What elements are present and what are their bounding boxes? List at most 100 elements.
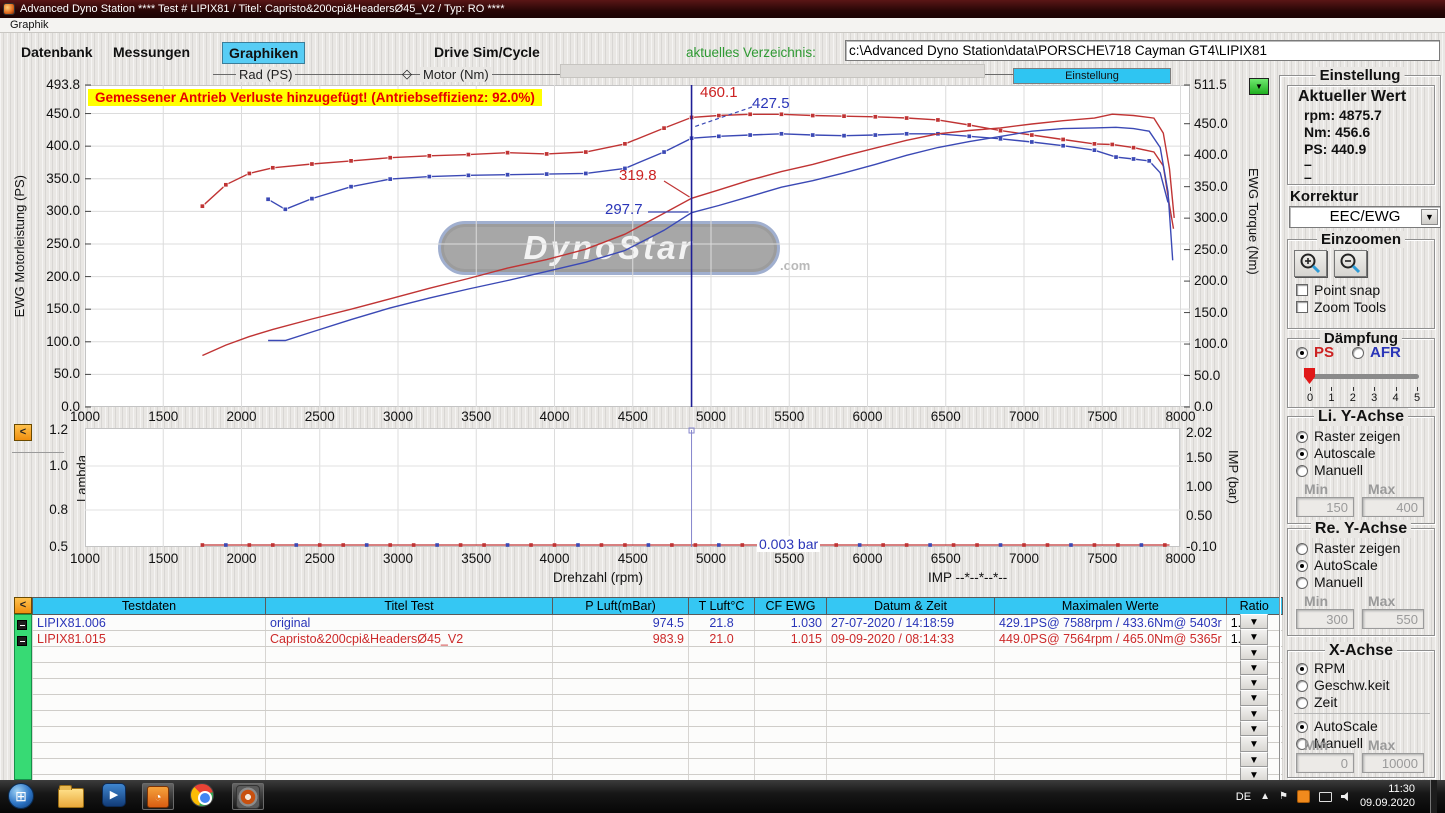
green-dropdown-button[interactable]: ▼: [1249, 78, 1269, 95]
x-axis-radio-rpm[interactable]: [1296, 663, 1308, 675]
row-dropdown-button[interactable]: ▼: [1240, 614, 1268, 630]
row-expand-icon[interactable]: [17, 636, 27, 646]
table-row[interactable]: LIPIX81.015 Capristo&200cpi&HeadersØ45_V2…: [32, 630, 1283, 647]
row-dropdown-button[interactable]: ▼: [1240, 690, 1268, 706]
right-y-radio-manuell[interactable]: [1296, 577, 1308, 589]
clock[interactable]: 11:30 09.09.2020: [1360, 783, 1415, 811]
left-y-radio-autoscale[interactable]: [1296, 448, 1308, 460]
table-cell: 21.0: [688, 630, 755, 647]
chevron-down-icon[interactable]: ▼: [1421, 209, 1438, 225]
tray-app-icon[interactable]: [1296, 790, 1310, 803]
table-cell: [994, 646, 1227, 663]
menu-graphik[interactable]: Graphik: [6, 19, 53, 31]
row-dropdown-button[interactable]: ▼: [1240, 751, 1268, 767]
flag-icon[interactable]: ⚑: [1279, 791, 1288, 802]
row-expand-icon[interactable]: [17, 620, 27, 630]
table-header-datum-zeit[interactable]: Datum & Zeit: [826, 597, 995, 615]
window-title: Advanced Dyno Station **** Test # LIPIX8…: [20, 3, 505, 15]
x-axis-radio-geschw-keit[interactable]: [1296, 680, 1308, 692]
tab-datenbank[interactable]: Datenbank: [15, 42, 99, 62]
network-icon[interactable]: [1318, 791, 1332, 802]
app-icon[interactable]: [3, 3, 15, 15]
tray-expand-icon[interactable]: ▲: [1260, 791, 1270, 802]
panel-title: Einstellung: [1315, 67, 1405, 84]
x-axis-tick-main: 1000: [69, 409, 101, 424]
table-header-ratio[interactable]: Ratio: [1225, 597, 1283, 615]
row-dropdown-button[interactable]: ▼: [1240, 659, 1268, 676]
table-cell: [552, 742, 689, 759]
x-axis-radio-zeit[interactable]: [1296, 697, 1308, 709]
afr-radio-label: AFR: [1370, 344, 1401, 361]
tab-graphiken[interactable]: Graphiken: [222, 42, 306, 64]
x-axis-label: Zeit: [1314, 694, 1338, 710]
x-axis-scale-radio-autoscale[interactable]: [1296, 721, 1308, 733]
table-header-t-luft-c[interactable]: T Luft°C: [688, 597, 755, 615]
row-dropdown-button[interactable]: ▼: [1240, 736, 1268, 752]
main-chart-plot[interactable]: [85, 84, 1190, 408]
data-marker: [904, 115, 910, 121]
table-row-empty[interactable]: [32, 646, 1283, 663]
tab-drive-sim-cycle[interactable]: Drive Sim/Cycle: [428, 42, 546, 62]
table-header-titel-test[interactable]: Titel Test: [265, 597, 553, 615]
taskbar: ⊞ ▶ ◔ DE ▲ ⚑ 11:30 09.09.2020: [0, 780, 1445, 813]
dyno-tool-icon[interactable]: ◔: [142, 783, 174, 810]
table-row-empty[interactable]: [32, 694, 1283, 711]
slider-tick-number: 2: [1349, 392, 1356, 404]
x-axis-tick-lambda: 2000: [226, 551, 257, 566]
zoom-in-button[interactable]: [1294, 250, 1327, 277]
einstellung-button[interactable]: Einstellung: [1013, 68, 1171, 84]
row-dropdown-button[interactable]: ▼: [1240, 629, 1268, 645]
tab-messungen[interactable]: Messungen: [107, 42, 196, 62]
language-indicator[interactable]: DE: [1236, 791, 1251, 803]
left-y-max-field: 400: [1362, 497, 1424, 517]
right-y-radio-raster-zeigen[interactable]: [1296, 543, 1308, 555]
chrome-icon[interactable]: [190, 783, 214, 807]
row-dropdown-button[interactable]: ▼: [1240, 705, 1268, 722]
table-cell: [552, 694, 689, 711]
table-row-empty[interactable]: [32, 662, 1283, 679]
zoom-out-button[interactable]: [1334, 250, 1367, 277]
table-row-empty[interactable]: [32, 726, 1283, 743]
table-row[interactable]: LIPIX81.006 original 974.5 21.8 1.030 27-07-2…: [32, 614, 1283, 631]
point-snap-checkbox[interactable]: [1296, 284, 1308, 296]
table-cell: 21.8: [688, 614, 755, 631]
table-cell: [265, 710, 553, 727]
right-y-radio-autoscale[interactable]: [1296, 560, 1308, 572]
media-player-icon[interactable]: ▶: [102, 783, 126, 807]
speaker-icon[interactable]: [1340, 792, 1348, 801]
left-y-radio-manuell[interactable]: [1296, 465, 1308, 477]
damping-slider-thumb[interactable]: [1304, 368, 1315, 384]
table-row-empty[interactable]: [32, 710, 1283, 727]
left-y-radio-raster-zeigen[interactable]: [1296, 431, 1308, 443]
file-explorer-icon[interactable]: [58, 785, 84, 808]
imp-axis-tick: 0.50: [1186, 508, 1213, 523]
table-row-empty[interactable]: [32, 678, 1283, 695]
data-marker: [544, 171, 550, 177]
show-desktop-button[interactable]: [1430, 780, 1437, 813]
table-row-empty[interactable]: [32, 758, 1283, 775]
imp-marker: [693, 543, 698, 547]
table-header-testdaten[interactable]: Testdaten: [32, 597, 266, 615]
imp-marker: [740, 543, 745, 547]
table-header-cf-ewg[interactable]: CF EWG: [754, 597, 827, 615]
table-header-p-luft-mbar-[interactable]: P Luft(mBar): [552, 597, 689, 615]
lambda-chart-plot[interactable]: [85, 427, 1181, 547]
row-dropdown-button[interactable]: ▼: [1240, 644, 1268, 660]
dyno-app-icon[interactable]: [232, 783, 264, 810]
collapse-lambda-button[interactable]: <: [14, 424, 32, 441]
row-dropdown-button[interactable]: ▼: [1240, 675, 1268, 691]
lambda-axis-tick: 0.5: [49, 539, 68, 554]
damping-slider-track[interactable]: [1307, 374, 1419, 379]
collapse-table-button[interactable]: <: [14, 597, 32, 614]
row-dropdown-button[interactable]: ▼: [1240, 721, 1268, 737]
table-header-maximalen-werte[interactable]: Maximalen Werte: [994, 597, 1227, 615]
start-button[interactable]: ⊞: [8, 783, 34, 809]
table-row-empty[interactable]: [32, 742, 1283, 759]
korrektur-dropdown[interactable]: EEC/EWG ▼: [1289, 206, 1441, 228]
current-directory-input[interactable]: [845, 40, 1440, 61]
ps-radio[interactable]: [1296, 347, 1308, 359]
afr-radio[interactable]: [1352, 347, 1364, 359]
table-cell: 429.1PS@ 7588rpm / 433.6Nm@ 5403r: [994, 614, 1227, 631]
zoom-tools-checkbox[interactable]: [1296, 301, 1308, 313]
right-axis-title: EWG Torque (Nm): [1246, 168, 1261, 275]
